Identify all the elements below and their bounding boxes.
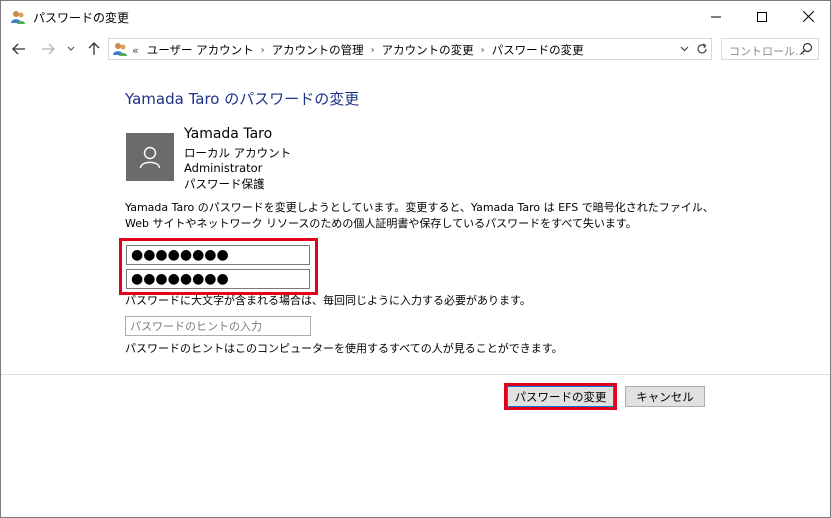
forward-button[interactable] <box>39 40 57 58</box>
change-button-highlight <box>504 383 617 410</box>
search-input[interactable]: コントロール... <box>721 38 819 60</box>
maximize-button[interactable] <box>739 1 785 32</box>
arrow-right-icon <box>42 43 55 55</box>
address-history-button[interactable] <box>676 41 692 57</box>
back-button[interactable] <box>10 40 28 58</box>
change-password-window: パスワードの変更 « ユーザー アカウント › アカウントの管理 › アカウント… <box>0 0 831 518</box>
refresh-button[interactable] <box>694 41 710 57</box>
user-accounts-icon <box>112 41 128 57</box>
arrow-left-icon <box>12 43 25 55</box>
hint-visibility-note: パスワードのヒントはこのコンピューターを使用するすべての人が見ることができます。 <box>125 342 563 355</box>
title-bar[interactable]: パスワードの変更 <box>1 1 830 32</box>
chevron-down-icon <box>680 46 688 52</box>
content-pane: Yamada Taro のパスワードの変更 Yamada Taro ローカル ア… <box>1 66 830 517</box>
close-button[interactable] <box>785 1 830 32</box>
warning-text: Yamada Taro のパスワードを変更しようとしています。変更すると、Yam… <box>125 201 714 230</box>
search-icon[interactable] <box>800 42 814 56</box>
navigation-bar: « ユーザー アカウント › アカウントの管理 › アカウントの変更 › パスワ… <box>1 32 830 66</box>
chevron-right-icon[interactable]: › <box>481 45 485 56</box>
breadcrumb-change-password[interactable]: パスワードの変更 <box>492 42 584 58</box>
user-accounts-icon <box>10 9 26 25</box>
account-type: ローカル アカウント <box>184 146 292 160</box>
breadcrumb: « ユーザー アカウント › アカウントの管理 › アカウントの変更 › パスワ… <box>132 42 584 58</box>
minimize-button[interactable] <box>693 1 739 32</box>
search-placeholder: コントロール... <box>729 45 806 58</box>
breadcrumb-overflow[interactable]: « <box>132 44 139 57</box>
password-protection-status: パスワード保護 <box>184 177 265 191</box>
breadcrumb-user-accounts[interactable]: ユーザー アカウント <box>147 42 254 58</box>
breadcrumb-change-account[interactable]: アカウントの変更 <box>382 42 474 58</box>
up-button[interactable] <box>85 40 103 58</box>
chevron-right-icon[interactable]: › <box>371 45 375 56</box>
recent-locations-button[interactable] <box>65 40 77 58</box>
password-hint-field[interactable]: パスワードのヒントの入力 <box>125 316 311 336</box>
window-title: パスワードの変更 <box>33 11 130 25</box>
account-role: Administrator <box>184 161 263 175</box>
cancel-button[interactable]: キャンセル <box>625 386 705 407</box>
address-bar[interactable]: « ユーザー アカウント › アカウントの管理 › アカウントの変更 › パスワ… <box>108 38 712 60</box>
breadcrumb-manage-accounts[interactable]: アカウントの管理 <box>272 42 364 58</box>
divider <box>1 374 830 375</box>
case-sensitivity-note: パスワードに大文字が含まれる場合は、毎回同じように入力する必要があります。 <box>125 294 531 307</box>
page-title: Yamada Taro のパスワードの変更 <box>125 90 360 108</box>
avatar <box>126 133 174 181</box>
chevron-down-icon <box>67 46 75 51</box>
password-fields-highlight <box>119 238 318 295</box>
chevron-right-icon[interactable]: › <box>261 45 265 56</box>
arrow-up-icon <box>88 42 100 55</box>
user-name: Yamada Taro <box>184 126 273 142</box>
user-icon <box>139 146 161 169</box>
refresh-icon <box>697 43 707 54</box>
